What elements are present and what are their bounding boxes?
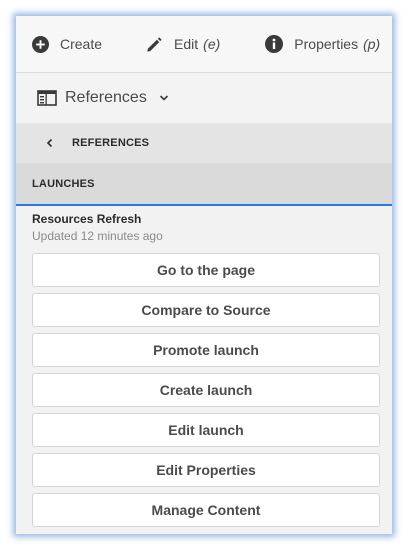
properties-button[interactable]: Properties (p) [265, 35, 380, 53]
action-toolbar: Create Edit (e) Properties (p) [16, 16, 392, 73]
chevron-down-icon [159, 95, 168, 101]
manage-content-button[interactable]: Manage Content [32, 493, 380, 527]
promote-launch-button[interactable]: Promote launch [32, 333, 380, 367]
edit-properties-button[interactable]: Edit Properties [32, 453, 380, 487]
back-label[interactable]: REFERENCES [72, 137, 149, 149]
pencil-icon [147, 36, 162, 52]
go-to-page-button[interactable]: Go to the page [32, 253, 380, 287]
section-title: LAUNCHES [32, 178, 95, 190]
references-panel: Create Edit (e) Properties (p) Reference… [16, 16, 392, 534]
properties-label: Properties [294, 36, 359, 52]
rail-selector-label: References [65, 89, 147, 106]
create-launch-button[interactable]: Create launch [32, 373, 380, 407]
edit-shortcut: (e) [203, 36, 221, 52]
section-header-launches: LAUNCHES [16, 163, 392, 205]
info-circle-icon [265, 35, 284, 53]
plus-circle-icon [32, 35, 49, 53]
launch-card: Resources Refresh Updated 12 minutes ago… [16, 204, 392, 534]
edit-label: Edit [174, 36, 199, 52]
edit-launch-button[interactable]: Edit launch [32, 413, 380, 447]
breadcrumb: REFERENCES [16, 123, 392, 163]
edit-button[interactable]: Edit (e) [145, 35, 220, 54]
chevron-left-icon[interactable] [45, 138, 55, 148]
create-button[interactable]: Create [32, 35, 103, 53]
compare-to-source-button[interactable]: Compare to Source [32, 293, 380, 327]
rail-selector-dropdown[interactable]: References [16, 73, 392, 123]
launch-updated: Updated 12 minutes ago [32, 229, 163, 243]
create-label: Create [60, 36, 103, 52]
launch-title: Resources Refresh [32, 212, 142, 226]
side-panel-icon [37, 90, 57, 106]
properties-shortcut: (p) [363, 36, 381, 52]
launch-actions: Go to the page Compare to Source Promote… [32, 253, 380, 533]
